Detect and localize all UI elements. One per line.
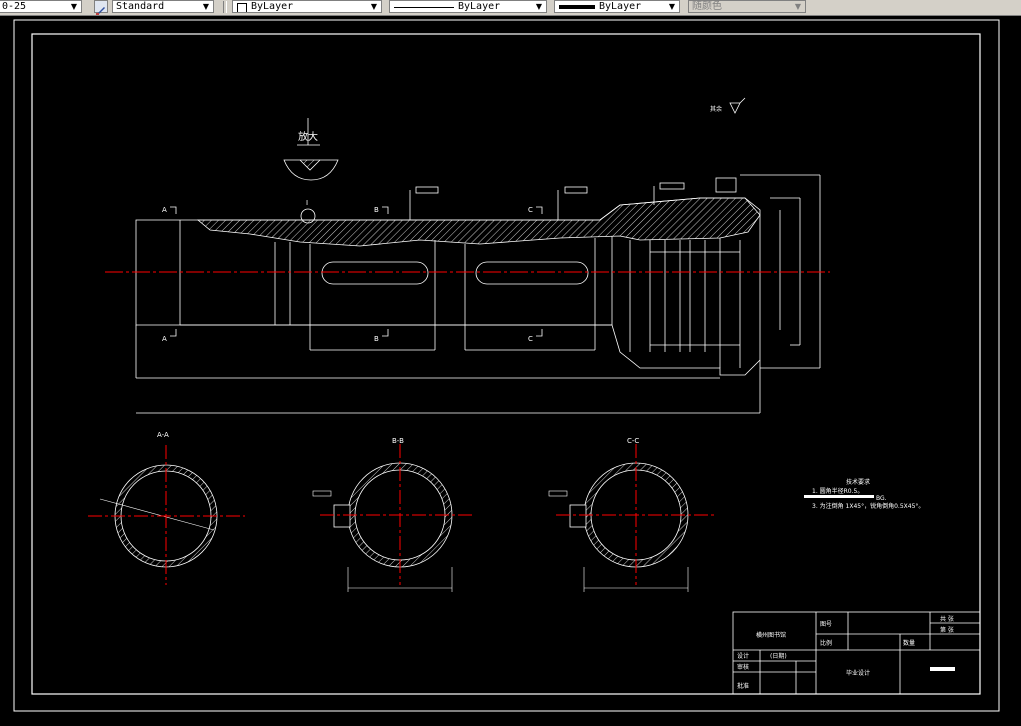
linetype-preview-icon [394,7,454,8]
textstyle-dropdown[interactable]: Standard ▼ [112,0,214,13]
tech-req-line1: 1. 圆角半径R0.5。 [812,487,863,495]
layer-color-dropdown[interactable]: ByLayer ▼ [232,0,382,13]
text-style-icon[interactable] [94,0,108,15]
section-label-b-bottom: B [374,335,379,343]
chevron-down-icon: ▼ [370,2,378,11]
chevron-down-icon: ▼ [70,2,78,11]
section-label-b-top: B [374,206,379,214]
tech-req-bar [804,495,874,498]
roughness-note: 其余 [710,105,722,113]
roughness-symbol-icon [729,97,746,114]
layer-value: ByLayer [251,1,294,12]
tech-req-title: 技术要求 [846,478,870,486]
section-view-cc [548,444,714,592]
chevron-down-icon: ▼ [668,2,676,11]
color-value: 随颜色 [692,1,722,12]
color-swatch-icon [237,3,247,12]
lineweight-value: ByLayer [599,1,642,12]
chevron-down-icon: ▼ [794,2,802,11]
lineweight-dropdown[interactable]: ByLayer ▼ [554,0,680,13]
textstyle-value: Standard [116,1,165,12]
tech-req-line3: 3. 为注倒角 1X45°，锐角倒角0.5X45°。 [812,502,924,510]
view-label-cc: C-C [627,437,639,445]
chevron-down-icon: ▼ [202,2,210,11]
sheet-inner-border [31,33,981,695]
section-view-aa [88,445,245,585]
dimstyle-value: 0-25 [2,1,27,12]
dimstyle-dropdown[interactable]: 0-25 ▼ [0,0,82,13]
title-design-date: (日期) [770,652,787,660]
title-logo-bar [930,667,955,671]
section-view-bb [312,444,475,592]
view-label-aa: A-A [157,431,169,439]
tech-req-line2: BG. [876,495,887,502]
linetype-value: ByLayer [458,1,501,12]
title-drawing-number-label: 图号 [820,621,832,628]
lineweight-preview-icon [559,5,595,9]
title-material-label: 数量 [903,639,915,647]
title-approve-label: 批准 [737,682,749,690]
section-label-c-bottom: C [528,335,533,343]
title-sheet-number: 第 张 [940,626,954,634]
sheet-outer-border [13,19,1000,712]
zoom-detail [283,118,339,181]
plotstyle-dropdown[interactable]: 随颜色 ▼ [688,0,806,13]
title-project-name: 毕业设计 [846,669,870,677]
properties-toolbar: 0-25 ▼ Standard ▼ ByLayer ▼ ByLayer ▼ By… [0,0,1021,16]
chevron-down-icon: ▼ [535,2,543,11]
section-label-c-top: C [528,206,533,214]
drawing-canvas[interactable]: A A B B C C I 放大 其余 A-A B-B C-C 技术要求 1. … [0,15,1021,726]
title-check-label: 审核 [737,663,749,671]
title-scale-label: 比例 [820,639,832,647]
section-label-a-bottom: A [162,335,167,343]
shaft-main-view [135,174,821,414]
section-label-a-top: A [162,206,167,214]
title-sheet-total: 共 张 [940,615,954,623]
title-company: 横州图书馆 [756,631,786,639]
toolbar-separator [223,1,227,13]
detail-marker: I [306,199,308,207]
view-label-bb: B-B [392,437,404,445]
linetype-dropdown[interactable]: ByLayer ▼ [389,0,547,13]
title-design-label: 设计 [737,652,749,660]
zoom-label: 放大 [298,130,318,143]
